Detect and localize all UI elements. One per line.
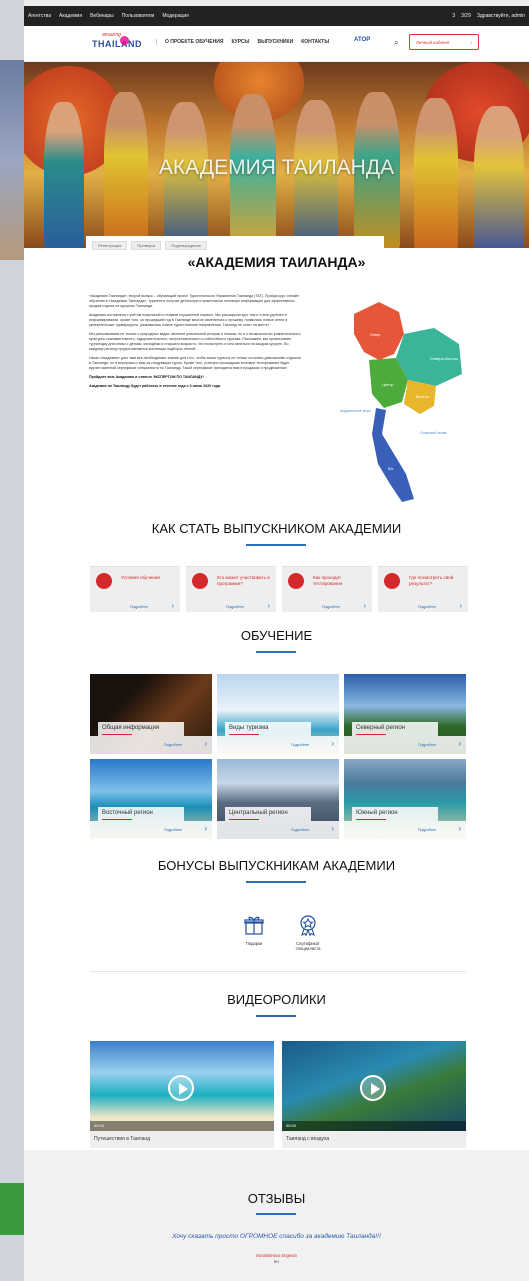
course-tile[interactable]: Северный регион Подробнее ›: [344, 674, 466, 754]
title-underline: [246, 544, 306, 546]
step-card[interactable]: Где посмотреть свой результат? Подробнее…: [378, 566, 468, 612]
map-label: Север: [370, 333, 380, 337]
nav-item-contacts[interactable]: КОНТАКТЫ: [301, 39, 329, 45]
section-title: ВИДЕОРОЛИКИ: [227, 992, 326, 1007]
admin-item[interactable]: Агентства: [28, 13, 51, 19]
certificate-icon: [300, 915, 316, 937]
step-card[interactable]: Как проходит тестирование Подробнее ›: [282, 566, 372, 612]
course-tile[interactable]: Общая информация Подробнее ›: [90, 674, 212, 754]
map-label: Восток: [416, 394, 429, 399]
page: Агентства Академия Вебинары Пользователи…: [0, 0, 529, 1281]
map-label: Юг: [388, 466, 394, 471]
section-title: КАК СТАТЬ ВЫПУСКНИКОМ АКАДЕМИИ: [151, 521, 402, 536]
play-icon[interactable]: [360, 1075, 386, 1101]
course-tile[interactable]: Восточный регион Подробнее ›: [90, 759, 212, 839]
review-quote: Хочу сказать просто ОГРОМНОЕ спасибо за …: [172, 1233, 381, 1240]
video-controls[interactable]: 00:00: [282, 1121, 466, 1131]
chevron-right-icon[interactable]: ›: [458, 824, 461, 833]
chevron-right-icon[interactable]: ›: [204, 739, 207, 748]
admin-item[interactable]: Вебинары: [90, 13, 114, 19]
nav-item-courses[interactable]: КУРСЫ: [231, 39, 249, 45]
hero-title: АКАДЕМИЯ ТАИЛАНДА: [158, 156, 395, 179]
steps-row: Условия обучения Подробнее › Кто может у…: [90, 566, 468, 612]
monitor-icon: [384, 573, 400, 589]
admin-greeting[interactable]: Здравствуйте, admin: [477, 13, 525, 19]
admin-item[interactable]: Модерация: [162, 13, 189, 19]
review-author: Kostantinova Evgenia: [256, 1253, 297, 1258]
site: amazing THAILAND О ПРОЕКТЕ ОБУЧЕНИЯ КУРС…: [24, 26, 529, 1281]
page-title: «АКАДЕМИЯ ТАИЛАНДА»: [187, 254, 366, 270]
bonus-item[interactable]: Подарки: [236, 914, 272, 951]
nav-item-about[interactable]: О ПРОЕКТЕ ОБУЧЕНИЯ: [165, 39, 223, 45]
course-tile[interactable]: Южный регион Подробнее ›: [344, 759, 466, 839]
chevron-right-icon[interactable]: ›: [364, 603, 366, 610]
browser-left-edge: [0, 0, 24, 1281]
chevron-right-icon[interactable]: ›: [331, 824, 334, 833]
video-time: 00:00: [286, 1123, 297, 1128]
title-underline: [246, 881, 306, 883]
cabinet-button[interactable]: Личный кабинет ›: [409, 34, 479, 50]
course-grid: Общая информация Подробнее › Виды туризма…: [90, 674, 466, 839]
site-header: amazing THAILAND О ПРОЕКТЕ ОБУЧЕНИЯ КУРС…: [24, 26, 529, 62]
divider: [90, 971, 466, 972]
chevron-right-icon[interactable]: ›: [458, 739, 461, 748]
chevron-right-icon[interactable]: ›: [172, 603, 174, 610]
admin-item[interactable]: Академия: [59, 13, 82, 19]
chevron-right-icon[interactable]: ›: [204, 824, 207, 833]
chevron-right-icon[interactable]: ›: [460, 603, 462, 610]
orchid-icon: [120, 36, 129, 45]
intro-text: «Академия Таиланда», второй выпуск – обу…: [89, 294, 302, 388]
step-card[interactable]: Условия обучения Подробнее ›: [90, 566, 180, 612]
section-title: БОНУСЫ ВЫПУСКНИКАМ АКАДЕМИИ: [157, 858, 396, 873]
nav-item-graduates[interactable]: ВЫПУСКНИКИ: [257, 39, 293, 45]
ator-logo[interactable]: АТОР: [354, 37, 370, 43]
map-region-north[interactable]: [354, 302, 404, 360]
course-tile[interactable]: Виды туризма Подробнее ›: [217, 674, 339, 754]
amazing-thailand-logo[interactable]: amazing THAILAND: [90, 32, 142, 56]
ator-logo-text: АТОР: [354, 37, 371, 43]
video-card[interactable]: 00:00 Путешествия в Таиланд: [90, 1041, 274, 1148]
course-tile[interactable]: Центральный регион Подробнее ›: [217, 759, 339, 839]
map-sea-label: Сиамский залив: [420, 431, 447, 435]
video-time: 00:00: [94, 1123, 105, 1128]
document-icon: [96, 573, 112, 589]
admin-count[interactable]: 3: [452, 13, 455, 19]
play-icon[interactable]: [168, 1075, 194, 1101]
map-label: Северо-Восток: [430, 356, 458, 361]
section-title: ОБУЧЕНИЕ: [240, 628, 313, 643]
chevron-right-icon[interactable]: ›: [331, 739, 334, 748]
checklist-icon: [288, 573, 304, 589]
admin-item[interactable]: Пользователи: [122, 13, 155, 19]
title-underline: [256, 651, 296, 653]
main-nav: О ПРОЕКТЕ ОБУЧЕНИЯ КУРСЫ ВЫПУСКНИКИ КОНТ…: [156, 39, 329, 45]
video-controls[interactable]: 00:00: [90, 1121, 274, 1131]
crumb[interactable]: Подтверждение: [165, 241, 207, 250]
title-underline: [256, 1213, 296, 1215]
person-icon: [192, 573, 208, 589]
review-city: ВН: [273, 1260, 280, 1264]
step-card[interactable]: Кто может участвовать в программе? Подро…: [186, 566, 276, 612]
bonus-item[interactable]: Сертификат специалиста: [290, 914, 326, 951]
bonus-row: Подарки Сертификат специалиста: [236, 914, 326, 951]
map-sea-label: Андаманское море: [340, 409, 371, 413]
hero-banner: АКАДЕМИЯ ТАИЛАНДА: [24, 62, 529, 248]
map-region-south[interactable]: [372, 408, 414, 502]
section-title: ОТЗЫВЫ: [247, 1191, 306, 1206]
title-underline: [256, 1015, 296, 1017]
crumb[interactable]: Регистрация: [92, 241, 128, 250]
map-label: Центр: [382, 382, 394, 387]
video-row: 00:00 Путешествия в Таиланд 00:00 Таилан…: [90, 1041, 466, 1148]
admin-count[interactable]: 3/29: [461, 13, 471, 19]
breadcrumb: Регистрация Проверка Подтверждение: [92, 241, 207, 250]
thailand-regions-map[interactable]: Север Северо-Восток Центр Восток Юг Анда…: [324, 294, 474, 509]
crumb[interactable]: Проверка: [131, 241, 162, 250]
video-card[interactable]: 00:00 Таиланд с воздуха: [282, 1041, 466, 1148]
chevron-right-icon: ›: [470, 39, 473, 45]
search-icon[interactable]: ⌕: [394, 38, 398, 48]
admin-bar: Агентства Академия Вебинары Пользователи…: [24, 6, 529, 26]
chevron-right-icon[interactable]: ›: [268, 603, 270, 610]
gift-icon: [244, 916, 264, 935]
